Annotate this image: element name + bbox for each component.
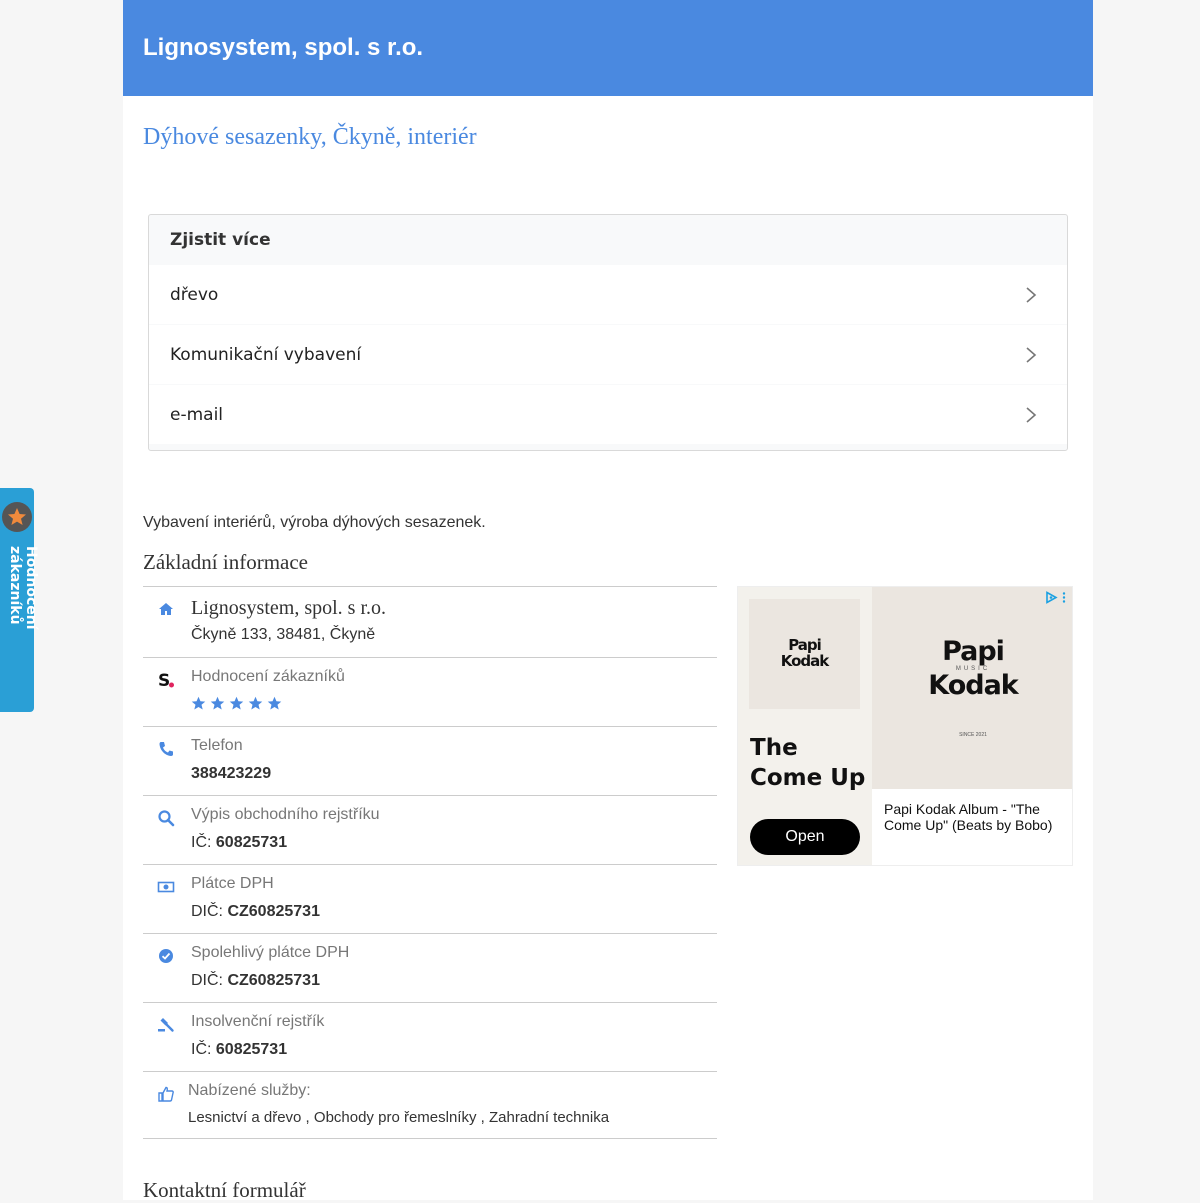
info-row-insolvency[interactable]: Insolvenční rejstřík IČ: 60825731 <box>143 1003 717 1072</box>
chevron-right-icon <box>1026 286 1037 303</box>
learn-more-item-label: Komunikační vybavení <box>170 344 362 365</box>
vat-label: Plátce DPH <box>191 875 274 892</box>
cover-line: Papi <box>942 635 1005 667</box>
learn-more-item-email[interactable]: e-mail <box>149 385 1067 444</box>
star-icon <box>267 696 282 710</box>
adchoices-icon[interactable] <box>1045 591 1058 604</box>
learn-more-heading: Zjistit více <box>170 230 271 250</box>
ad-choices[interactable] <box>1045 591 1066 604</box>
phone-number[interactable]: 388423229 <box>191 765 271 782</box>
cover-since-text: SINCE 2021 <box>959 732 987 739</box>
phone-icon <box>159 742 173 756</box>
info-row-rating[interactable]: S Hodnocení zákazníků <box>143 658 717 727</box>
page: Lignosystem, spol. s r.o. Dýhové sesazen… <box>123 0 1093 1202</box>
company-name: Lignosystem, spol. s r.o. <box>191 597 387 619</box>
info-row-reliable-vat: Spolehlivý plátce DPH DIČ: CZ60825731 <box>143 934 717 1003</box>
album-cover-small: Papi Kodak <box>749 599 860 709</box>
learn-more-item-label: dřevo <box>170 284 219 305</box>
reliable-vat-label: Spolehlivý plátce DPH <box>191 944 350 961</box>
cover-line: Kodak <box>780 652 829 670</box>
learn-more-item-label: e-mail <box>170 404 224 425</box>
basic-info-title: Základní informace <box>143 550 309 574</box>
side-tab-label: Hodnocení zákazníků <box>7 546 39 630</box>
dic-value: CZ60825731 <box>227 903 320 920</box>
site-title[interactable]: Lignosystem, spol. s r.o. <box>143 34 423 62</box>
learn-more-item-drevo[interactable]: dřevo <box>149 265 1067 324</box>
more-options-icon[interactable] <box>1062 591 1066 604</box>
info-row-registry[interactable]: Výpis obchodního rejstříku IČ: 60825731 <box>143 796 717 865</box>
company-description: Vybavení interiérů, výroba dýhových sesa… <box>143 514 486 531</box>
album-cover-large: Papi MUSIC Kodak SINCE 2021 <box>872 587 1072 789</box>
services-list: Lesnictví a dřevo , Obchody pro řemeslní… <box>188 1109 610 1126</box>
registry-label: Výpis obchodního rejstříku <box>191 806 380 823</box>
cover-line: Kodak <box>928 670 1018 701</box>
star-badge-icon <box>2 502 32 532</box>
ico-prefix: IČ: <box>191 834 212 851</box>
ad-open-button[interactable]: Open <box>750 819 860 855</box>
dic-prefix: DIČ: <box>191 972 223 989</box>
contact-form-title: Kontaktní formulář <box>143 1178 306 1202</box>
star-icon <box>248 696 263 710</box>
company-address: Čkyně 133, 38481, Čkyně <box>191 626 376 643</box>
page-subtitle: Dýhové sesazenky, Čkyně, interiér <box>143 124 477 150</box>
home-icon <box>159 603 173 615</box>
customer-rating-side-tab[interactable]: Hodnocení zákazníků <box>0 488 39 712</box>
rating-label: Hodnocení zákazníků <box>191 668 345 685</box>
site-header: Lignosystem, spol. s r.o. <box>123 0 1093 96</box>
rating-logo-icon: S <box>158 671 174 689</box>
money-icon <box>157 881 175 893</box>
gavel-icon <box>158 1018 174 1032</box>
chevron-right-icon <box>1026 406 1037 423</box>
star-icon <box>210 696 225 710</box>
services-label: Nabízené služby: <box>188 1082 311 1099</box>
star-icon <box>229 696 244 710</box>
star-icon <box>8 508 26 525</box>
thumbs-up-icon <box>158 1086 174 1102</box>
insolvency-label: Insolvenční rejstřík <box>191 1013 325 1030</box>
svg-text:S: S <box>158 671 170 689</box>
learn-more-item-komunikacni-vybaveni[interactable]: Komunikační vybavení <box>149 325 1067 384</box>
info-row-company: Lignosystem, spol. s r.o. Čkyně 133, 384… <box>143 587 717 658</box>
star-icon <box>191 696 206 710</box>
info-row-vat: Plátce DPH DIČ: CZ60825731 <box>143 865 717 934</box>
ad-title: The Come Up <box>750 735 866 791</box>
ad-caption[interactable]: Papi Kodak Album - "The Come Up" (Beats … <box>872 789 1072 865</box>
ico-value: 60825731 <box>215 834 288 851</box>
info-row-phone: Telefon 388423229 <box>143 727 717 796</box>
learn-more-box: Zjistit více dřevo Komunikační vybavení … <box>148 214 1068 451</box>
dic-prefix: DIČ: <box>191 903 223 920</box>
rating-stars <box>191 696 345 711</box>
phone-label: Telefon <box>191 737 243 754</box>
ico-prefix: IČ: <box>191 1041 212 1058</box>
ico-value: 60825731 <box>215 1041 288 1058</box>
advertisement[interactable]: Papi Kodak The Come Up Open Papi MUSIC K… <box>737 586 1073 866</box>
search-icon <box>158 810 175 827</box>
info-row-services: Nabízené služby: Lesnictví a dřevo , Obc… <box>143 1072 717 1139</box>
chevron-right-icon <box>1026 346 1037 363</box>
basic-info-list: Lignosystem, spol. s r.o. Čkyně 133, 384… <box>143 586 717 1139</box>
dic-value: CZ60825731 <box>227 972 320 989</box>
check-circle-icon <box>159 949 173 963</box>
